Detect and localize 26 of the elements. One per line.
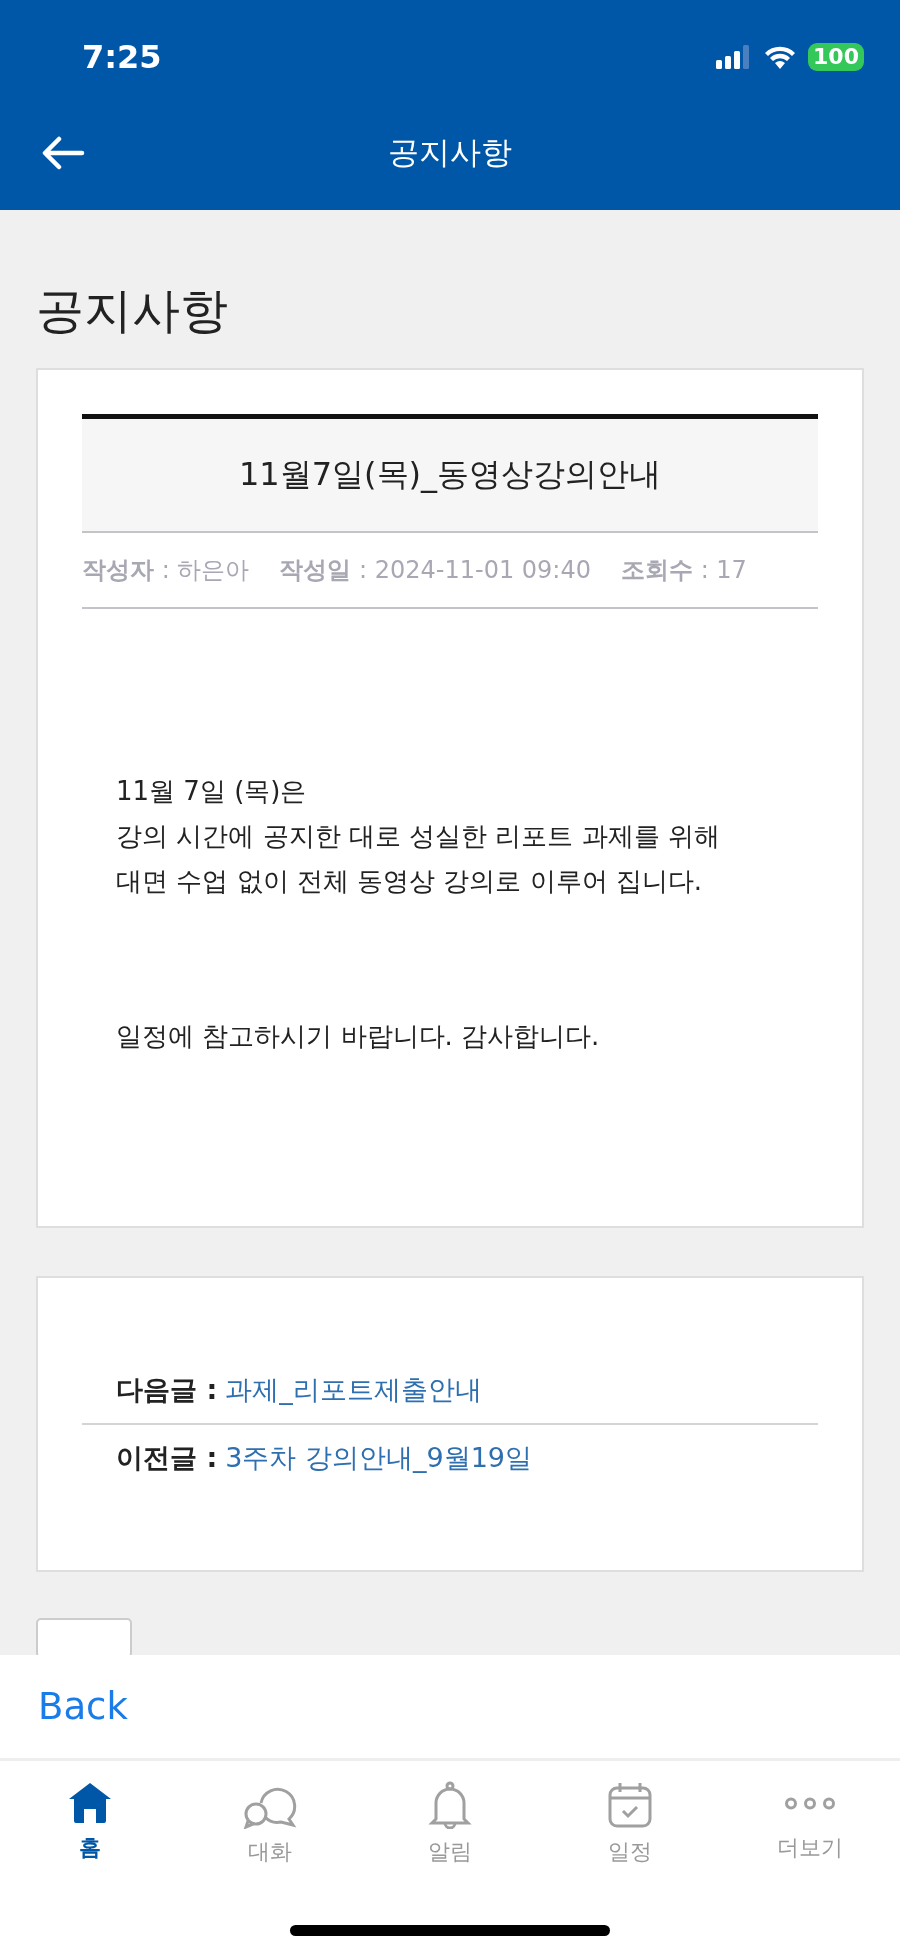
post-link[interactable]: 3주차 강의안내_9월19일 [225, 1440, 532, 1476]
post-link[interactable]: 과제_리포트제출안내 [225, 1372, 482, 1408]
notice-paragraph: 일정에 참고하시기 바랍니다. 감사합니다. [116, 1020, 601, 1053]
wifi-icon [764, 44, 797, 69]
tab-item[interactable]: 더보기 [720, 1761, 900, 1881]
notice-paragraph: 11월 7일 (목)은 강의 시간에 공지한 대로 성실한 리포트 과제를 위해 대면 수업 없이 전체 동영상 강의로 이루어 집니다. [116, 775, 721, 898]
tab-item[interactable]: 홈 [0, 1761, 180, 1881]
battery-level: 100 [808, 42, 864, 71]
tab-item[interactable]: 일정 [540, 1761, 720, 1881]
home-icon [67, 1781, 113, 1825]
tab-item[interactable]: 알림 [360, 1761, 540, 1881]
more-icon [783, 1797, 837, 1810]
back-link[interactable]: Back [38, 1685, 128, 1728]
meta-item: 작성자 : 하은아 [82, 555, 250, 586]
nav-label: 다음글 : [116, 1373, 218, 1407]
meta-item: 조회수 : 17 [621, 555, 747, 586]
page-title: 공지사항 [36, 286, 229, 334]
notice-title: 11월7일(목)_동영상강의안내 [82, 414, 818, 533]
header-title: 공지사항 [388, 132, 512, 172]
calendar-icon [607, 1781, 653, 1829]
bell-icon [428, 1781, 472, 1829]
meta-item: 작성일 : 2024-11-01 09:40 [279, 555, 591, 586]
status-time: 7:25 [82, 37, 162, 76]
back-arrow-icon[interactable] [42, 135, 86, 170]
tab-item[interactable]: 대화 [180, 1761, 360, 1881]
nav-label: 이전글 : [116, 1441, 218, 1475]
